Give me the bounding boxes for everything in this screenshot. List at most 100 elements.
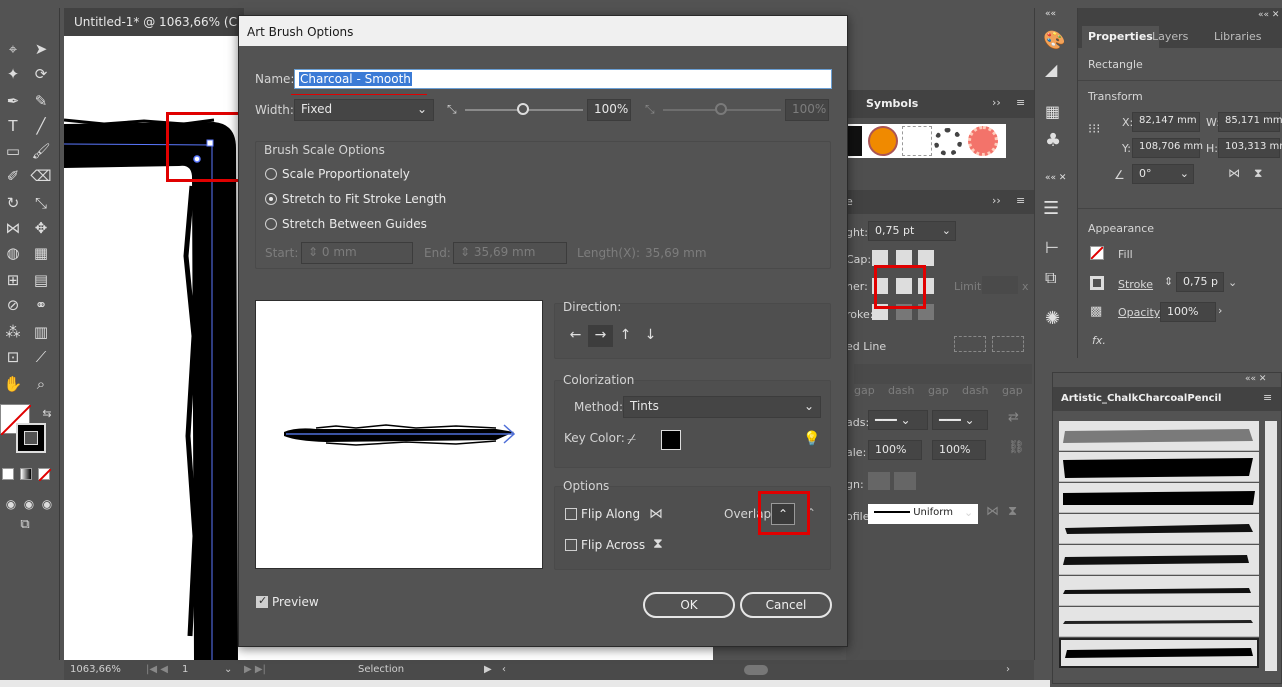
- flip-along-checkbox[interactable]: [565, 508, 577, 520]
- arrow-place-icon[interactable]: [894, 472, 916, 490]
- color-guide-icon[interactable]: ◢: [1045, 62, 1057, 78]
- stroke-weight-field[interactable]: 0,75 pt ⌄: [868, 221, 956, 241]
- dash-preserve-icon[interactable]: [954, 336, 986, 352]
- link-scale-icon[interactable]: ⛓: [1008, 440, 1025, 455]
- direction-right-button[interactable]: →: [588, 325, 613, 347]
- brush-row-5[interactable]: [1059, 545, 1259, 575]
- collapse-dock-icon[interactable]: ««: [1045, 10, 1056, 19]
- direction-down-button[interactable]: ↓: [638, 325, 663, 347]
- screen-mode-icon[interactable]: ⧉: [14, 514, 36, 536]
- symbol-banner[interactable]: [902, 126, 932, 156]
- stretch-between-guides-label[interactable]: Stretch Between Guides: [282, 217, 427, 231]
- projecting-cap-icon[interactable]: [918, 250, 934, 266]
- profile-select[interactable]: Uniform: [868, 504, 978, 524]
- brush-row-3[interactable]: [1059, 483, 1259, 513]
- symbol-splat[interactable]: [846, 126, 862, 156]
- symbol-ring[interactable]: [934, 128, 962, 156]
- stroke-label[interactable]: Stroke: [1118, 278, 1153, 291]
- color-palette-icon[interactable]: 🎨: [1043, 32, 1065, 50]
- width-tool-icon[interactable]: ⋈: [2, 217, 24, 239]
- brush-row-7[interactable]: [1059, 607, 1259, 637]
- align-icon[interactable]: ⊢: [1045, 240, 1059, 256]
- symbol-flower[interactable]: [968, 126, 998, 156]
- stretch-to-fit-label[interactable]: Stretch to Fit Stroke Length: [282, 192, 446, 206]
- brushlib-collapse-icon[interactable]: «« ✕: [1245, 374, 1266, 384]
- flip-horizontal-icon[interactable]: ⋈: [1228, 166, 1240, 180]
- blend-tool-icon[interactable]: ⚭: [30, 294, 52, 316]
- none-mode-icon[interactable]: [38, 468, 51, 481]
- direction-left-button[interactable]: ←: [563, 325, 588, 347]
- zoom-level[interactable]: 1063,66%: [70, 664, 121, 675]
- flip-across-profile-icon[interactable]: ⧗: [1008, 504, 1017, 519]
- reference-point-icon[interactable]: ⁝⁝⁝: [1088, 122, 1100, 137]
- symbols-grid[interactable]: [846, 124, 1006, 158]
- swap-arrowheads-icon[interactable]: ⇄: [1008, 410, 1019, 425]
- hand-tool-icon[interactable]: ✋: [2, 373, 24, 395]
- width-select[interactable]: Fixed ⌄: [294, 99, 434, 121]
- scale-proportionately-radio[interactable]: [265, 168, 277, 180]
- w-field[interactable]: 85,171 mm: [1218, 112, 1282, 132]
- direction-up-button[interactable]: ↑: [613, 325, 638, 347]
- zoom-tool-icon[interactable]: ⌕: [30, 373, 52, 395]
- type-tool-icon[interactable]: T: [2, 115, 24, 137]
- next-artboard-icon[interactable]: ▶ ▶|: [244, 664, 266, 675]
- puppet-warp-tool-icon[interactable]: ✥: [30, 217, 52, 239]
- scale-proportionately-label[interactable]: Scale Proportionately: [282, 167, 410, 181]
- brushlib-menu-icon[interactable]: ≡: [1263, 391, 1272, 404]
- symbols-icon[interactable]: ♣: [1045, 132, 1061, 150]
- magic-wand-tool-icon[interactable]: ✦: [2, 63, 24, 85]
- collapse-dock-2-icon[interactable]: «« ✕: [1045, 174, 1066, 183]
- artboard-tool-icon[interactable]: ⊡: [2, 346, 24, 368]
- y-field[interactable]: 108,706 mm: [1132, 138, 1203, 158]
- symbol-orange-button[interactable]: [868, 126, 898, 156]
- gradient-mode-icon[interactable]: [20, 468, 32, 480]
- swatches-icon[interactable]: ▦: [1045, 104, 1060, 120]
- props-collapse-icon[interactable]: «« ✕: [1258, 10, 1279, 20]
- swap-fill-stroke-icon[interactable]: ⇆: [36, 403, 58, 425]
- stroke-stepper-icon[interactable]: ⇕: [1164, 275, 1173, 288]
- mesh-tool-icon[interactable]: ⊞: [2, 269, 24, 291]
- dash-align-icon[interactable]: [992, 336, 1024, 352]
- status-menu-arrow-icon[interactable]: ▶: [484, 664, 492, 675]
- stretch-between-guides-radio[interactable]: [265, 218, 277, 230]
- pen-tool-icon[interactable]: ✒: [2, 90, 24, 112]
- tab-symbols[interactable]: Symbols: [866, 97, 918, 110]
- curvature-tool-icon[interactable]: ✎: [30, 90, 52, 112]
- shaper-tool-icon[interactable]: ✐: [2, 165, 24, 187]
- stroke-icon[interactable]: ☰: [1043, 200, 1059, 218]
- brush-row-6[interactable]: [1059, 576, 1259, 606]
- name-input[interactable]: Charcoal - Smooth: [294, 69, 832, 89]
- preview-label[interactable]: Preview: [272, 595, 319, 609]
- gradient-tool-icon[interactable]: ▤: [30, 269, 52, 291]
- stroke-menu-icon[interactable]: ≡: [1016, 194, 1025, 207]
- arrow-scale-end[interactable]: 100%: [932, 440, 986, 460]
- slice-tool-icon[interactable]: ⟋: [30, 346, 52, 368]
- artboard-number[interactable]: 1: [182, 664, 188, 675]
- cancel-button[interactable]: Cancel: [740, 592, 832, 618]
- flip-vertical-icon[interactable]: ⧗: [1254, 166, 1262, 181]
- perspective-grid-tool-icon[interactable]: ▦: [30, 242, 52, 264]
- lasso-tool-icon[interactable]: ⟳: [30, 63, 52, 85]
- stroke-swatch[interactable]: [16, 423, 46, 453]
- selection-tool-icon[interactable]: ⌖: [2, 38, 24, 60]
- width-percent-field[interactable]: 100%: [587, 99, 631, 121]
- brushlib-scrollbar[interactable]: [1265, 421, 1277, 671]
- fx-button[interactable]: fx.: [1092, 334, 1106, 347]
- butt-cap-icon[interactable]: [872, 250, 888, 266]
- artboard-dropdown-icon[interactable]: ⌄: [224, 664, 232, 675]
- opacity-label[interactable]: Opacity: [1118, 306, 1160, 319]
- preview-checkbox[interactable]: [256, 594, 268, 608]
- flip-along-profile-icon[interactable]: ⋈: [986, 504, 999, 519]
- shape-builder-tool-icon[interactable]: ◍: [2, 242, 24, 264]
- flip-across-checkbox[interactable]: [565, 539, 577, 551]
- horizontal-scrollbar[interactable]: [744, 665, 768, 675]
- eyedropper-tool-icon[interactable]: ⊘: [2, 294, 24, 316]
- dialog-title-bar[interactable]: Art Brush Options: [239, 16, 847, 46]
- paintbrush-tool-icon[interactable]: 🖌: [30, 140, 52, 162]
- eraser-tool-icon[interactable]: ⌫: [30, 165, 52, 187]
- key-color-swatch[interactable]: [661, 430, 681, 450]
- flip-across-label[interactable]: Flip Across: [581, 538, 645, 552]
- draw-inside-icon[interactable]: ◉: [36, 493, 58, 515]
- start-arrowhead-select[interactable]: ━━━ ⌄: [868, 410, 928, 430]
- direct-selection-tool-icon[interactable]: ➤: [30, 38, 52, 60]
